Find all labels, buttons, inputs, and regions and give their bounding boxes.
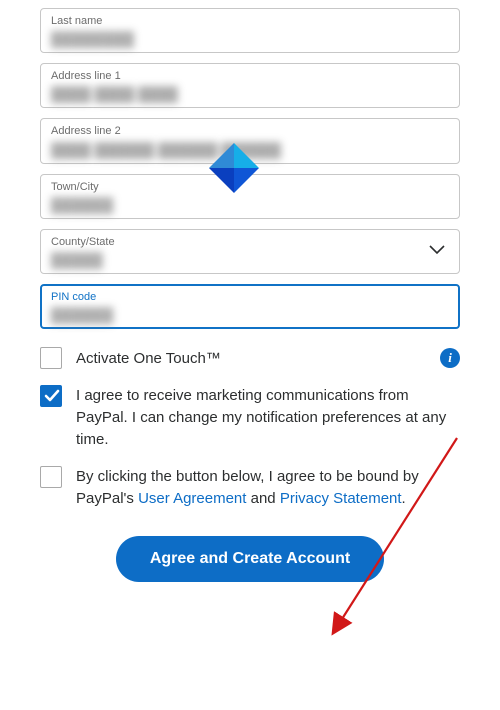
cta-wrap: Agree and Create Account [40,536,460,582]
town-city-value: ██████ [51,196,449,214]
pin-code-field[interactable]: PIN code ██████ [40,284,460,329]
county-state-value: █████ [51,251,419,269]
terms-text-suffix: . [402,490,406,507]
one-touch-label: Activate One Touch™ [76,350,426,367]
terms-text-mid: and [251,490,280,507]
terms-row: By clicking the button below, I agree to… [40,466,460,510]
town-city-label: Town/City [51,181,449,194]
last-name-field[interactable]: Last name ████████ [40,8,460,53]
terms-checkbox[interactable] [40,466,62,488]
address2-label: Address line 2 [51,125,449,138]
address2-field[interactable]: Address line 2 ████ ██████ ██████ ██████ [40,118,460,163]
last-name-label: Last name [51,15,449,28]
address1-label: Address line 1 [51,70,449,83]
pin-code-value: ██████ [51,306,449,324]
county-state-label: County/State [51,236,419,249]
terms-label: By clicking the button below, I agree to… [76,466,460,510]
address1-field[interactable]: Address line 1 ████ ████ ████ [40,63,460,108]
user-agreement-link[interactable]: User Agreement [138,490,246,507]
last-name-value: ████████ [51,30,449,48]
one-touch-row: Activate One Touch™ i [40,347,460,369]
one-touch-checkbox[interactable] [40,347,62,369]
chevron-down-icon [429,242,445,260]
pin-code-label: PIN code [51,291,449,304]
privacy-statement-link[interactable]: Privacy Statement [280,490,402,507]
marketing-checkbox[interactable] [40,385,62,407]
info-icon[interactable]: i [440,348,460,368]
town-city-field[interactable]: Town/City ██████ [40,174,460,219]
address1-value: ████ ████ ████ [51,85,449,103]
county-state-select[interactable]: County/State █████ [40,229,460,274]
address2-value: ████ ██████ ██████ ██████ [51,141,449,159]
marketing-row: I agree to receive marketing communicati… [40,385,460,450]
agree-create-account-button[interactable]: Agree and Create Account [116,536,384,582]
marketing-label: I agree to receive marketing communicati… [76,385,460,450]
